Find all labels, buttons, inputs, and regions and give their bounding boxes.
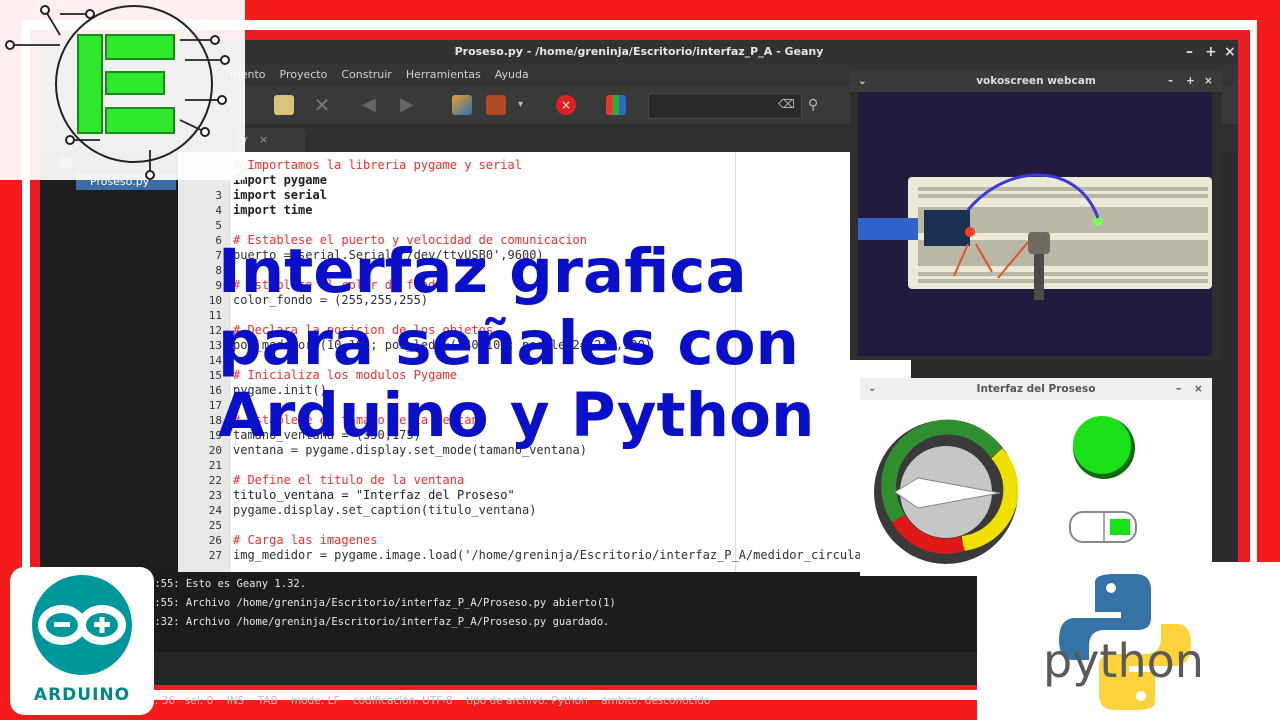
close-file-icon[interactable]: ✕ [312,95,332,115]
code-line: # Define el titulo de la ventana [233,473,465,487]
line-number: 25 [208,519,222,532]
arduino-logo-icon [32,575,132,675]
led-indicator [1073,416,1135,479]
menu-ayuda[interactable]: Ayuda [495,64,529,86]
code-line: img_medidor = pygame.image.load('/home/g… [233,548,911,562]
stop-icon[interactable]: × [556,95,576,115]
code-line: titulo_ventana = "Interfaz del Proseso" [233,488,515,502]
message-line: 8:32: Archivo /home/greninja/Escritorio/… [148,616,610,628]
webcam-window: vokoscreen webcam ⌄ – + × [850,70,1222,360]
webcam-close-button[interactable]: × [1204,70,1213,92]
interfaz-minimize-button[interactable]: – [1176,378,1181,400]
window-title: Proseso.py - /home/greninja/Escritorio/i… [454,45,824,58]
line-number: 24 [208,504,222,517]
build-icon[interactable] [486,95,506,115]
webcam-maximize-button[interactable]: + [1186,70,1195,92]
line-number: 21 [208,459,222,472]
code-line: import serial [233,188,327,202]
code-line: import pygame [233,173,327,187]
sidebar: Proseso.py [40,152,178,572]
search-icon[interactable]: ⚲ [808,95,828,115]
interfaz-menu-icon[interactable]: ⌄ [868,378,876,400]
clear-search-icon[interactable]: ⌫ [778,97,795,111]
breadboard-photo [858,92,1212,356]
message-line: 4:55: Esto es Geany 1.32. [148,578,307,590]
tab-close-icon[interactable]: × [259,133,268,146]
line-number: 26 [208,534,222,547]
interfaz-canvas [874,416,1137,564]
menu-proyecto[interactable]: Proyecto [280,64,328,86]
code-line: import time [233,203,313,217]
webcam-feed [858,92,1212,356]
line-number: 27 [208,549,222,562]
headline-line: Interfaz grafica [218,236,747,307]
code-line: pygame.display.set_caption(titulo_ventan… [233,503,537,517]
menu-construir[interactable]: Construir [341,64,392,86]
build-dropdown-icon[interactable]: ▾ [518,95,528,115]
webcam-titlebar: vokoscreen webcam ⌄ – + × [850,70,1222,92]
headline-line: para señales con [218,308,799,379]
line-number: 22 [208,474,222,487]
minimize-button[interactable]: – [1186,40,1193,64]
line-number: 5 [215,219,222,232]
channel-logo-box [0,0,245,180]
line-number: 23 [208,489,222,502]
arduino-logo-card: ARDUINO [10,567,154,715]
interfaz-title: Interfaz del Proseso [976,383,1096,395]
channel-logo-icon [5,5,230,180]
webcam-title: vokoscreen webcam [976,75,1096,87]
code-line: # Carga las imagenes [233,533,378,547]
message-pane: 4:55: Esto es Geany 1.32. 4:55: Archivo … [40,572,977,652]
interfaz-close-button[interactable]: × [1194,378,1203,400]
headline-line: Arduino y Python [218,380,815,451]
webcam-menu-icon[interactable]: ⌄ [858,70,867,92]
python-label: python [1043,634,1204,688]
message-line: 4:55: Archivo /home/greninja/Escritorio/… [148,597,616,609]
save-icon[interactable] [274,95,294,115]
line-number: 3 [215,189,222,202]
headline: Interfaz grafica para señales con Arduin… [218,236,858,452]
status-text: : 36 sel: 0 INS TAB mode: LF codificació… [154,695,711,707]
search-input[interactable]: ⌫ [648,93,802,119]
interfaz-titlebar: ⌄ Interfaz del Proseso – × [860,378,1212,400]
switch-indicator [1069,511,1137,543]
color-chooser-icon[interactable] [606,95,626,115]
python-logo-card: python [977,562,1280,720]
arduino-label: ARDUINO [33,685,131,705]
back-icon[interactable]: ◀ [362,95,382,115]
interfaz-window: ⌄ Interfaz del Proseso – × [860,378,1212,576]
menu-herramientas[interactable]: Herramientas [406,64,481,86]
webcam-minimize-button[interactable]: – [1168,70,1173,92]
line-number: 4 [215,204,222,217]
close-button[interactable]: × [1224,40,1236,64]
tab-proseso[interactable]: y × [235,128,305,152]
code-line: # Importamos la libreria pygame y serial [233,158,522,172]
circular-gauge [874,419,1019,564]
status-bar: : 36 sel: 0 INS TAB mode: LF codificació… [40,652,977,707]
forward-icon[interactable]: ▶ [400,95,420,115]
maximize-button[interactable]: + [1205,40,1217,64]
compile-icon[interactable] [452,95,472,115]
